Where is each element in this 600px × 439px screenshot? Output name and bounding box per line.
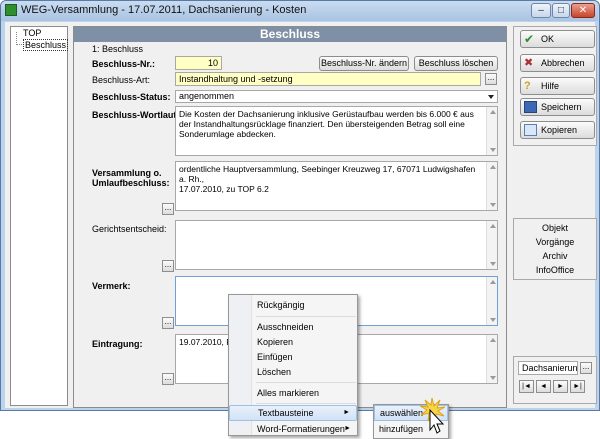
- navigation-tree: TOP Beschluss: [10, 26, 69, 406]
- help-icon: ?: [524, 80, 531, 92]
- app-icon: [5, 4, 17, 16]
- link-archiv[interactable]: Archiv: [515, 251, 595, 261]
- vermerk-label: Vermerk:: [92, 281, 131, 291]
- help-label: Hilfe: [541, 81, 560, 91]
- menu-item-paste[interactable]: Einfügen: [229, 349, 357, 365]
- maximize-button[interactable]: □: [552, 3, 570, 18]
- beschluss-art-input[interactable]: Instandhaltung und -setzung: [175, 72, 481, 86]
- link-vorgaenge[interactable]: Vorgänge: [515, 237, 595, 247]
- gerichtsentscheid-browse-button[interactable]: ...: [162, 260, 174, 272]
- tree-item-beschluss[interactable]: Beschluss: [23, 39, 69, 51]
- last-record-button[interactable]: ►|: [570, 380, 585, 393]
- copy-icon: [524, 124, 537, 136]
- previous-record-button[interactable]: ◄: [536, 380, 551, 393]
- record-browse-button[interactable]: ...: [580, 362, 592, 374]
- cancel-button[interactable]: ✖ Abbrechen: [520, 54, 595, 72]
- scrollbar[interactable]: [486, 335, 497, 383]
- link-objekt[interactable]: Objekt: [515, 223, 595, 233]
- menu-item-cut[interactable]: Ausschneiden: [229, 319, 357, 335]
- breadcrumb: 1: Beschluss: [92, 44, 144, 54]
- minimize-button[interactable]: –: [531, 3, 551, 18]
- save-button[interactable]: Speichern: [520, 98, 595, 116]
- submenu-arrow-icon: ►: [343, 409, 350, 416]
- menu-separator: [256, 382, 356, 383]
- ok-button[interactable]: ✔ OK: [520, 30, 595, 48]
- status-select-value: angenommen: [179, 91, 235, 101]
- floppy-disk-icon: [524, 101, 537, 113]
- next-record-button[interactable]: ►: [553, 380, 568, 393]
- scrollbar[interactable]: [486, 277, 497, 325]
- vermerk-browse-button[interactable]: ...: [162, 317, 174, 329]
- menu-item-textbausteine[interactable]: Textbausteine ►: [229, 405, 357, 421]
- scroll-up-icon: [490, 224, 496, 228]
- scroll-down-icon: [490, 318, 496, 322]
- scroll-up-icon: [490, 165, 496, 169]
- eintragung-browse-button[interactable]: ...: [162, 373, 174, 385]
- cancel-label: Abbrechen: [541, 58, 585, 68]
- beschluss-nr-input[interactable]: 10: [175, 56, 222, 70]
- change-nr-button[interactable]: Beschluss-Nr. ändern: [319, 56, 409, 71]
- close-button[interactable]: ✕: [571, 3, 595, 18]
- art-browse-button[interactable]: ...: [485, 73, 497, 85]
- scroll-up-icon: [490, 338, 496, 342]
- umlaufbeschluss-label: Umlaufbeschluss:: [92, 178, 170, 188]
- versammlung-text-line-1: ordentliche Hauptversammlung, Seebinger …: [179, 164, 476, 184]
- menu-item-word-formatierungen[interactable]: Word-Formatierungen ►: [229, 421, 357, 437]
- submenu-arrow-icon: ►: [344, 425, 351, 432]
- scrollbar[interactable]: [486, 221, 497, 269]
- eintragung-label: Eintragung:: [92, 339, 143, 349]
- tree-item-top[interactable]: TOP: [23, 28, 41, 38]
- status-select[interactable]: angenommen: [175, 90, 498, 103]
- menu-separator: [256, 403, 356, 404]
- tree-connector: [16, 44, 22, 45]
- link-infooffice[interactable]: InfoOffice: [515, 265, 595, 275]
- mouse-cursor-icon: [419, 397, 446, 434]
- wortlaut-text: Die Kosten der Dachsanierung inklusive G…: [179, 109, 474, 139]
- form-header: Beschluss: [74, 27, 506, 42]
- wortlaut-textarea[interactable]: Die Kosten der Dachsanierung inklusive G…: [175, 106, 498, 156]
- scrollbar[interactable]: [486, 107, 497, 155]
- menu-separator: [256, 316, 356, 317]
- scrollbar[interactable]: [486, 162, 497, 210]
- menu-item-select-all[interactable]: Alles markieren: [229, 385, 357, 401]
- eintragung-text: 19.07.2010, R: [179, 337, 233, 347]
- versammlung-label: Versammlung o.: [92, 168, 162, 178]
- help-button[interactable]: ? Hilfe: [520, 77, 595, 95]
- save-label: Speichern: [541, 102, 582, 112]
- copy-button[interactable]: Kopieren: [520, 121, 595, 139]
- scroll-down-icon: [490, 376, 496, 380]
- ok-label: OK: [541, 34, 555, 44]
- versammlung-textarea[interactable]: ordentliche Hauptversammlung, Seebinger …: [175, 161, 498, 211]
- scroll-up-icon: [490, 110, 496, 114]
- versammlung-text-line-2: 17.07.2010, zu TOP 6.2: [179, 184, 269, 194]
- menu-item-copy[interactable]: Kopieren: [229, 334, 357, 350]
- word-formatierungen-label: Word-Formatierungen: [257, 424, 345, 434]
- beschluss-status-label: Beschluss-Status:: [92, 92, 171, 102]
- record-field[interactable]: Dachsanierun: [518, 361, 578, 375]
- wortlaut-label: Beschluss-Wortlaut:: [92, 110, 180, 120]
- menu-item-undo[interactable]: Rückgängig: [229, 297, 357, 313]
- cancel-icon: ✖: [524, 57, 534, 69]
- gerichtsentscheid-label: Gerichtsentscheid:: [92, 224, 167, 234]
- scroll-down-icon: [490, 148, 496, 152]
- scroll-down-icon: [490, 203, 496, 207]
- checkmark-icon: ✔: [524, 32, 535, 46]
- copy-label: Kopieren: [541, 125, 578, 135]
- beschluss-art-label: Beschluss-Art:: [92, 75, 151, 85]
- chevron-down-icon: [488, 95, 494, 99]
- beschluss-nr-label: Beschluss-Nr.:: [92, 59, 156, 69]
- scroll-up-icon: [490, 280, 496, 284]
- textbausteine-label: Textbausteine: [258, 408, 314, 418]
- first-record-button[interactable]: |◄: [519, 380, 534, 393]
- gerichtsentscheid-textarea[interactable]: [175, 220, 498, 270]
- delete-beschluss-button[interactable]: Beschluss löschen: [414, 56, 498, 71]
- menu-item-delete[interactable]: Löschen: [229, 364, 357, 380]
- versammlung-browse-button[interactable]: ...: [162, 203, 174, 215]
- scroll-down-icon: [490, 262, 496, 266]
- window-title: WEG-Versammlung - 17.07.2011, Dachsanier…: [21, 4, 307, 16]
